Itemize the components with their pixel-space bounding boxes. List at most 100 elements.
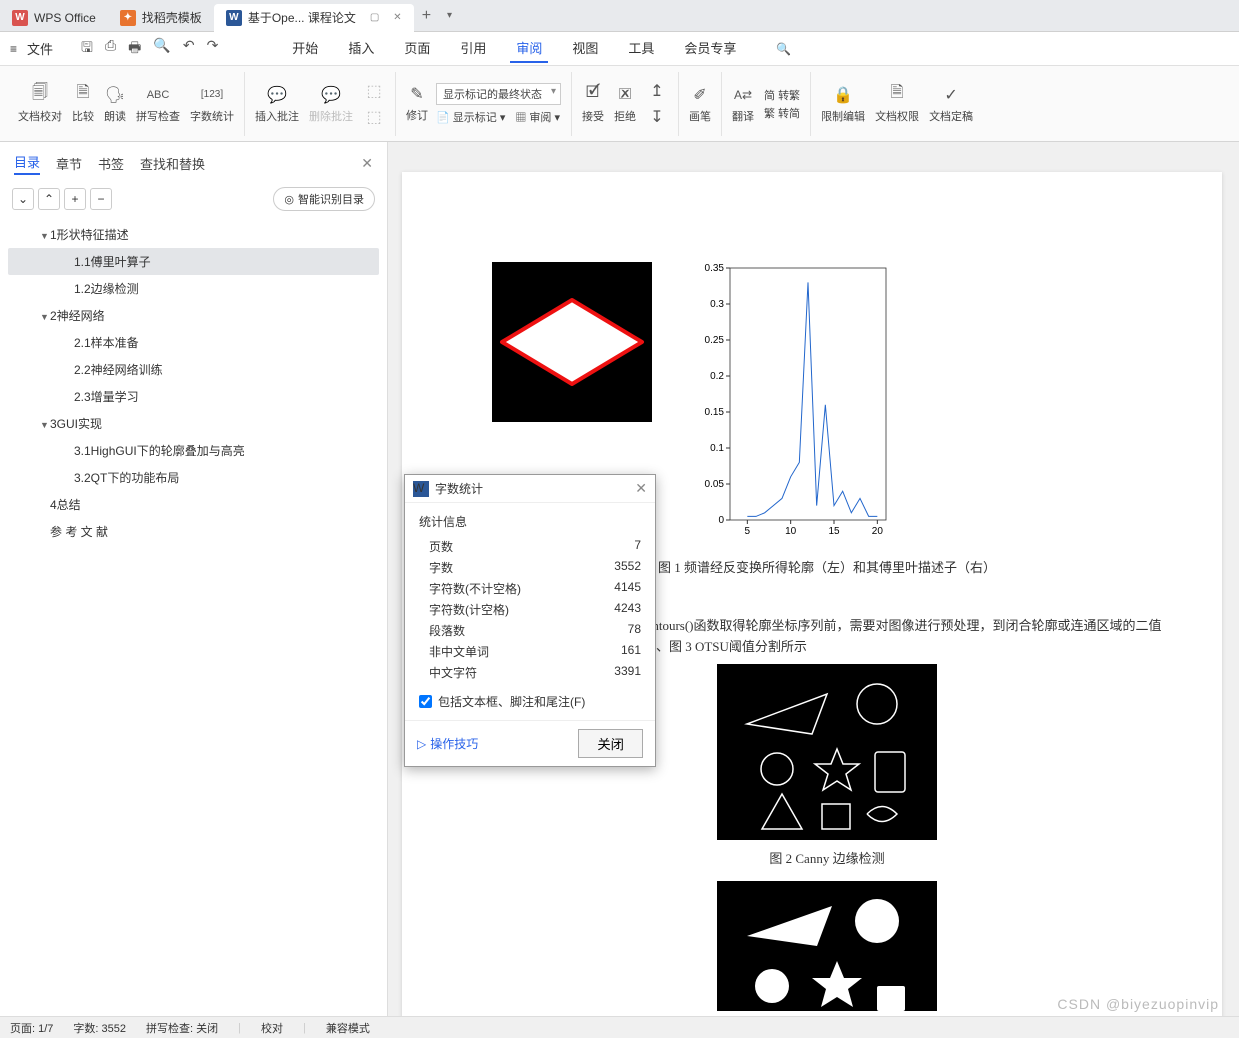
remove-button[interactable]: − — [90, 188, 112, 210]
markup-select[interactable]: 显示标记的最终状态 — [436, 83, 561, 105]
next-comment-icon[interactable]: ⬚ — [363, 106, 385, 128]
toc-item-7[interactable]: ▼3GUI实现 — [8, 410, 379, 437]
toc-item-5[interactable]: 2.2神经网络训练 — [8, 356, 379, 383]
save-icon[interactable]: 🖫 — [81, 37, 93, 61]
accept-button[interactable]: 🗹接受 — [582, 84, 604, 124]
menu-item-2[interactable]: 页面 — [398, 34, 436, 63]
delete-comment-button[interactable]: 💬删除批注 — [309, 84, 353, 124]
svg-text:0.05: 0.05 — [705, 479, 725, 490]
sidebar-tools: ⌄ ⌃ + − ◎ 智能识别目录 — [0, 181, 387, 217]
figure-2-caption: 图 2 Canny 边缘检测 — [492, 848, 1162, 867]
tips-link[interactable]: ▷ 操作技巧 — [417, 735, 478, 752]
preview-icon[interactable]: 🔍 — [153, 37, 170, 61]
collapse-button[interactable]: ⌄ — [12, 188, 34, 210]
file-menu[interactable]: ≡ 文件 — [10, 35, 59, 62]
menu-item-4[interactable]: 审阅 — [510, 34, 548, 63]
toc-item-11[interactable]: 参 考 文 献 — [8, 518, 379, 545]
toc-item-2[interactable]: 1.2边缘检测 — [8, 275, 379, 302]
pen-button[interactable]: ✐画笔 — [689, 84, 711, 124]
close-button[interactable]: 关闭 — [578, 729, 643, 758]
template-tab[interactable]: ✦ 找稻壳模板 — [108, 4, 214, 32]
sidebar-tab-toc[interactable]: 目录 — [14, 152, 40, 175]
toc-item-4[interactable]: 2.1样本准备 — [8, 329, 379, 356]
stat-row-2: 字符数(不计空格)4145 — [419, 578, 641, 599]
spell-icon: ABC — [147, 84, 169, 106]
toc-item-1[interactable]: 1.1傅里叶算子 — [8, 248, 379, 275]
include-checkbox[interactable]: 包括文本框、脚注和尾注(F) — [419, 693, 641, 710]
status-page[interactable]: 页面: 1/7 — [10, 1020, 53, 1036]
proof-button[interactable]: 🗐文档校对 — [18, 84, 62, 124]
wordcount-icon: [123] — [201, 84, 223, 106]
restore-icon[interactable]: ▢ — [370, 12, 379, 23]
search-icon[interactable]: 🔍 — [776, 42, 791, 56]
status-review[interactable]: 校对 — [261, 1020, 283, 1036]
insert-comment-button[interactable]: 💬插入批注 — [255, 84, 299, 124]
conv-trad-button[interactable]: 简 转繁 — [764, 87, 800, 103]
status-compat[interactable]: 兼容模式 — [326, 1020, 370, 1036]
toc-item-3[interactable]: ▼2神经网络 — [8, 302, 379, 329]
new-tab-dropdown-icon[interactable]: ▾ — [439, 10, 460, 21]
sidebar-tab-bookmarks[interactable]: 书签 — [98, 154, 124, 173]
translate-button[interactable]: A⇄翻译 — [732, 84, 754, 124]
dialog-titlebar[interactable]: W 字数统计 ✕ — [405, 475, 655, 503]
prev-comment-icon[interactable]: ⬚ — [363, 80, 385, 102]
dialog-close-icon[interactable]: ✕ — [635, 480, 647, 497]
document-tab[interactable]: W 基于Ope... 课程论文 ▢ ✕ — [214, 4, 414, 32]
reject-button[interactable]: 🗷拒绝 — [614, 84, 636, 124]
sidebar-tab-chapters[interactable]: 章节 — [56, 154, 82, 173]
redo-icon[interactable]: ↷ — [207, 37, 219, 61]
file-menu-label: 文件 — [21, 35, 59, 62]
toc-item-0[interactable]: ▼1形状特征描述 — [8, 221, 379, 248]
smart-toc-button[interactable]: ◎ 智能识别目录 — [273, 187, 375, 211]
compare-button[interactable]: 🗎比较 — [72, 84, 94, 124]
revise-label: 修订 — [406, 107, 428, 123]
export-icon[interactable]: ⎙ — [105, 37, 116, 61]
menu-item-1[interactable]: 插入 — [342, 34, 380, 63]
revise-button[interactable]: ✎修订 — [406, 83, 428, 123]
svg-text:10: 10 — [785, 526, 797, 537]
toc-item-8[interactable]: 3.1HighGUI下的轮廓叠加与高亮 — [8, 437, 379, 464]
status-spell[interactable]: 拼写检查: 关闭 — [146, 1020, 218, 1036]
conv-simple-button[interactable]: 繁 转简 — [764, 105, 800, 121]
prev-change-icon[interactable]: ↥ — [646, 80, 668, 102]
lock-icon: 🔒 — [832, 84, 854, 106]
undo-icon[interactable]: ↶ — [183, 37, 195, 61]
pen-icon: ✐ — [689, 84, 711, 106]
svg-text:0.25: 0.25 — [705, 335, 725, 346]
menu-item-0[interactable]: 开始 — [286, 34, 324, 63]
expand-button[interactable]: ⌃ — [38, 188, 60, 210]
document-tab-label: 基于Ope... 课程论文 — [248, 9, 356, 26]
toc-item-9[interactable]: 3.2QT下的功能布局 — [8, 464, 379, 491]
read-button[interactable]: 🗣朗读 — [104, 84, 126, 124]
show-markup-button[interactable]: 📄 显示标记 ▾ — [436, 109, 505, 125]
doc-perm-button[interactable]: 🗎文档权限 — [875, 84, 919, 124]
menu-item-5[interactable]: 视图 — [566, 34, 604, 63]
new-tab-button[interactable]: + — [414, 7, 439, 25]
menubar: ≡ 文件 🖫 ⎙ 🖶 🔍 ↶ ↷ 开始插入页面引用审阅视图工具会员专享 🔍 — [0, 32, 1239, 66]
delete-comment-label: 删除批注 — [309, 108, 353, 124]
restrict-button[interactable]: 🔒 限制编辑 — [821, 84, 865, 124]
spell-button[interactable]: ABC拼写检查 — [136, 84, 180, 124]
review-pane-button[interactable]: ▦ 审阅 ▾ — [515, 109, 560, 125]
menu-item-7[interactable]: 会员专享 — [678, 34, 742, 63]
hamburger-icon: ≡ — [10, 42, 17, 56]
wordcount-button[interactable]: [123]字数统计 — [190, 84, 234, 124]
include-checkbox-input[interactable] — [419, 695, 432, 708]
wordcount-dialog: W 字数统计 ✕ 统计信息 页数7字数3552字符数(不计空格)4145字符数(… — [404, 474, 656, 767]
menu-item-6[interactable]: 工具 — [622, 34, 660, 63]
next-change-icon[interactable]: ↧ — [646, 106, 668, 128]
print-icon[interactable]: 🖶 — [128, 37, 141, 61]
doc-final-label: 文档定稿 — [929, 108, 973, 124]
sidebar-tab-find[interactable]: 查找和替换 — [140, 154, 205, 173]
sidebar-close-icon[interactable]: ✕ — [361, 155, 373, 172]
toc-item-10[interactable]: 4总结 — [8, 491, 379, 518]
doc-final-button[interactable]: ✓文档定稿 — [929, 84, 973, 124]
add-button[interactable]: + — [64, 188, 86, 210]
compare-label: 比较 — [72, 108, 94, 124]
app-tab[interactable]: W WPS Office — [0, 4, 108, 32]
status-words[interactable]: 字数: 3552 — [73, 1020, 126, 1036]
menu-item-3[interactable]: 引用 — [454, 34, 492, 63]
close-tab-icon[interactable]: ✕ — [393, 12, 401, 23]
restrict-label: 限制编辑 — [821, 108, 865, 124]
toc-item-6[interactable]: 2.3增量学习 — [8, 383, 379, 410]
